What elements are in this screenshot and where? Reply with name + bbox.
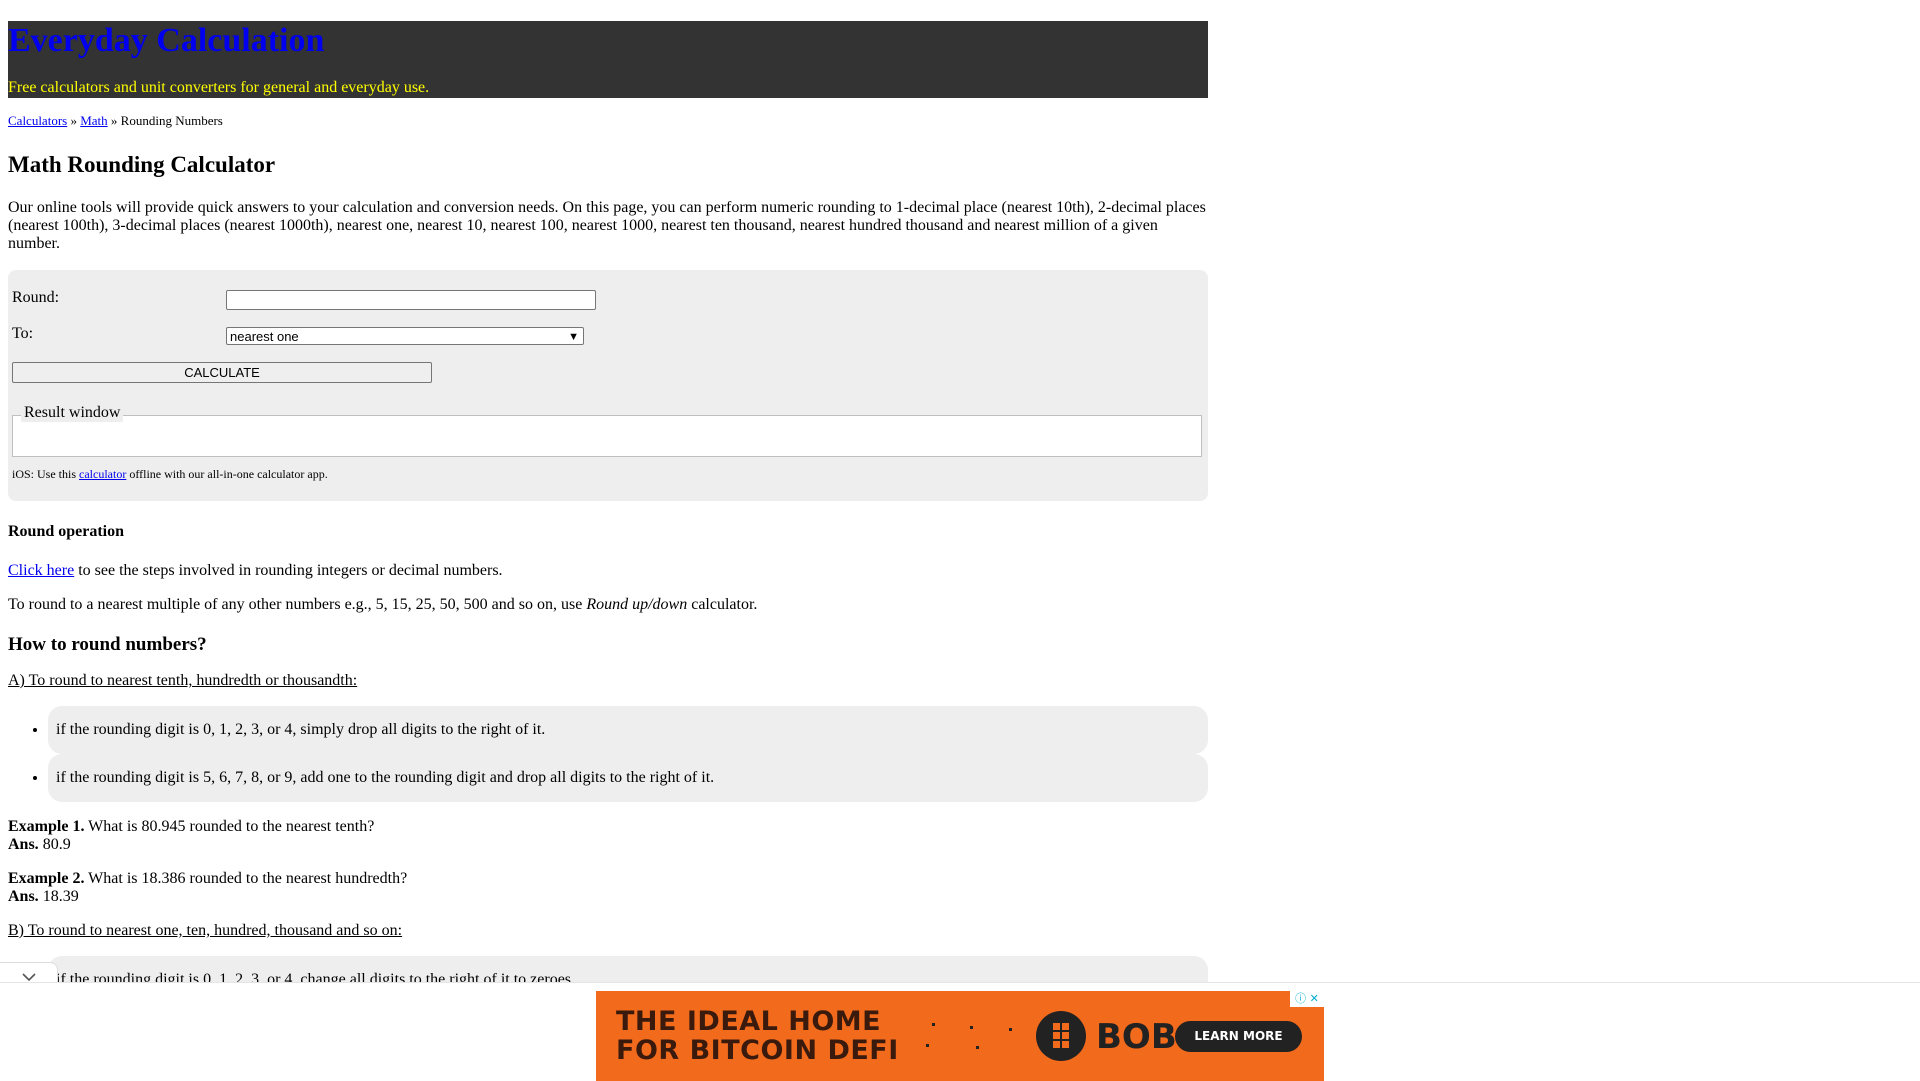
ad-headline-line-2: FOR BITCOIN DEFI [616, 1035, 899, 1066]
info-icon[interactable]: ⓘ [1295, 992, 1306, 1005]
example-2-answer-label: Ans. [8, 888, 39, 905]
breadcrumb-separator: » [67, 113, 81, 128]
ad-banner-bar: THE IDEAL HOME FOR BITCOIN DEFI BOB LEAR… [0, 982, 1920, 1081]
calculate-button[interactable]: CALCULATE [12, 362, 432, 383]
ios-note-prefix: iOS: Use this [12, 467, 80, 481]
section-a-heading: A) To round to nearest tenth, hundredth … [8, 672, 358, 689]
site-title-link[interactable]: Everyday Calculation [8, 21, 324, 61]
ad-decoration-dot [932, 1023, 935, 1026]
round-operation-heading: Round operation [8, 523, 125, 540]
ad-banner[interactable]: THE IDEAL HOME FOR BITCOIN DEFI BOB LEAR… [596, 991, 1324, 1081]
round-multiple-paragraph: To round to a nearest multiple of any ot… [8, 596, 1208, 614]
ad-brand: BOB [1096, 1017, 1177, 1057]
page-title: Math Rounding Calculator [8, 152, 276, 177]
close-icon[interactable]: ✕ [1310, 992, 1319, 1005]
ad-decoration-dot [1009, 1028, 1012, 1031]
site-tagline: Free calculators and unit converters for… [8, 79, 430, 96]
round-multiple-prefix: To round to a nearest multiple of any ot… [8, 596, 587, 613]
ad-headline-line-1: THE IDEAL HOME [616, 1006, 882, 1037]
breadcrumb-math-link[interactable]: Math [80, 113, 107, 128]
intro-text: Our online tools will provide quick answ… [8, 199, 1206, 252]
ad-learn-more-button[interactable]: LEARN MORE [1175, 1021, 1302, 1052]
example-1-answer: 80.9 [38, 836, 71, 853]
bob-logo-icon [1036, 1011, 1086, 1061]
example-1: Example 1. What is 80.945 rounded to the… [8, 818, 1208, 854]
example-2-label: Example 2. [8, 870, 85, 887]
breadcrumb-separator: » [107, 113, 121, 128]
breadcrumb-current: Rounding Numbers [120, 113, 223, 128]
click-here-link[interactable]: Click here [8, 562, 74, 579]
result-window-legend: Result window [21, 404, 124, 422]
example-1-answer-label: Ans. [8, 836, 39, 853]
calculator-form: Round: To: nearest one ▼ CALCULATE Resul… [8, 270, 1208, 501]
round-updown-reference: Round up/down [586, 596, 688, 613]
ios-calculator-link[interactable]: calculator [79, 467, 126, 481]
round-label: Round: [12, 289, 60, 306]
list-item: if the rounding digit is 5, 6, 7, 8, or … [48, 754, 1208, 802]
example-1-label: Example 1. [8, 818, 85, 835]
result-window: Result window [12, 404, 1202, 457]
example-2-answer: 18.39 [38, 888, 79, 905]
example-2-question: What is 18.386 rounded to the nearest hu… [84, 870, 408, 887]
click-here-text: to see the steps involved in rounding in… [74, 562, 503, 579]
ad-controls: ⓘ ✕ [1290, 991, 1324, 1007]
page-content: Everyday Calculation Free calculators an… [8, 21, 1208, 1004]
breadcrumb-calculators-link[interactable]: Calculators [8, 113, 67, 128]
round-to-selected-value: nearest one [230, 329, 299, 344]
how-to-heading: How to round numbers? [8, 634, 207, 655]
breadcrumb: Calculators » Math » Rounding Numbers [8, 113, 1208, 129]
ios-app-note: iOS: Use this calculator offline with ou… [12, 467, 328, 481]
ad-headline: THE IDEAL HOME FOR BITCOIN DEFI [616, 1007, 899, 1065]
round-to-select[interactable]: nearest one ▼ [226, 327, 584, 345]
round-input[interactable] [226, 290, 596, 310]
example-1-question: What is 80.945 rounded to the nearest te… [84, 818, 375, 835]
section-b-heading: B) To round to nearest one, ten, hundred… [8, 922, 403, 939]
round-multiple-suffix: calculator. [687, 596, 758, 613]
example-2: Example 2. What is 18.386 rounded to the… [8, 870, 1208, 906]
rules-a-list: if the rounding digit is 0, 1, 2, 3, or … [8, 706, 1208, 802]
masthead: Everyday Calculation Free calculators an… [8, 21, 1208, 98]
ad-decoration-dot [970, 1026, 973, 1029]
click-here-paragraph: Click here to see the steps involved in … [8, 562, 1208, 580]
ad-decoration-dot [926, 1044, 929, 1047]
select-arrow-icon: ▼ [568, 331, 579, 343]
ad-decoration-dot [976, 1046, 979, 1049]
to-label: To: [12, 325, 34, 342]
ios-note-suffix: offline with our all-in-one calculator a… [126, 467, 328, 481]
list-item: if the rounding digit is 0, 1, 2, 3, or … [48, 706, 1208, 754]
